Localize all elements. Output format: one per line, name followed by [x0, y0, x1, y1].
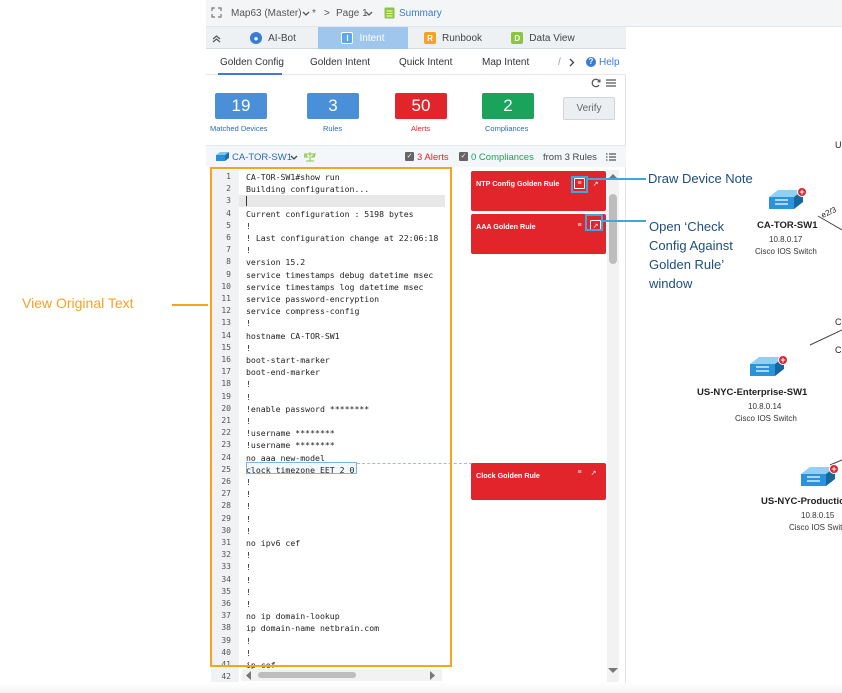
open-check-highlight: [585, 214, 603, 231]
tab-runbook[interactable]: R Runbook: [408, 27, 498, 49]
double-chevron-up-icon: [212, 34, 220, 42]
subtab-map-intent[interactable]: Map Intent: [482, 57, 529, 68]
rules-label: Rules: [323, 124, 343, 133]
vertical-scroll-thumb[interactable]: [609, 194, 617, 264]
modified-mark: *: [312, 8, 316, 19]
collapse-button[interactable]: [206, 27, 226, 49]
refresh-icon[interactable]: [591, 78, 601, 88]
rules-count[interactable]: 3: [307, 93, 359, 119]
device-type: Cisco IOS Switch: [735, 414, 797, 423]
alerts-count[interactable]: 50: [395, 93, 447, 119]
device-name[interactable]: US-NYC-Enterprise-SW1: [697, 387, 807, 398]
subtab-golden-intent[interactable]: Golden Intent: [310, 57, 370, 68]
matched-devices-label: Matched Devices: [210, 124, 268, 133]
scroll-down-arrow-icon[interactable]: [608, 668, 618, 674]
compliances-filter-label: 0 Compliances: [471, 152, 534, 163]
device-name[interactable]: US-NYC-Productio: [761, 496, 842, 507]
help-icon[interactable]: ?: [586, 57, 596, 67]
tab-data-view[interactable]: D Data View: [498, 27, 588, 49]
rule-title: AAA Golden Rule: [476, 222, 536, 231]
alert-badge-icon[interactable]: +: [778, 355, 788, 365]
note-icon[interactable]: ≡: [574, 220, 585, 231]
tab-intent[interactable]: I Intent: [318, 27, 408, 49]
breadcrumb-bar: Map63 (Master) * > Page 1 Summary: [206, 0, 842, 27]
alert-badge-icon[interactable]: +: [797, 187, 807, 197]
device-ip: 10.8.0.17: [769, 235, 803, 244]
rule-title: NTP Config Golden Rule: [476, 179, 560, 188]
list-icon[interactable]: [606, 153, 616, 161]
line-number: 42: [221, 672, 231, 682]
open-check-annotation-line-1: Open ‘Check: [649, 219, 725, 234]
compliances-count[interactable]: 2: [482, 93, 534, 119]
view-original-text-highlight: [210, 167, 452, 667]
annotation-connector: [172, 304, 208, 306]
summary-icon: [384, 7, 395, 19]
tab-label: Data View: [529, 32, 575, 44]
draw-note-highlight: [571, 176, 588, 193]
runbook-icon: R: [423, 32, 436, 44]
map-name[interactable]: Map63 (Master): [231, 8, 302, 19]
device-ip: 10.8.0.14: [748, 402, 782, 411]
expand-icon[interactable]: [211, 7, 222, 18]
compliances-label: Compliances: [485, 124, 529, 133]
summary-link[interactable]: Summary: [399, 8, 442, 19]
horizontal-scroll-thumb[interactable]: [258, 672, 356, 678]
device-ip: 10.8.0.15: [801, 511, 835, 520]
menu-icon[interactable]: [606, 79, 616, 87]
edge-label-u: U: [835, 140, 842, 150]
device-name[interactable]: CA-TOR-SW1: [757, 220, 818, 231]
tab-label: Intent: [359, 32, 385, 44]
breadcrumb-separator: >: [324, 8, 330, 19]
scroll-left-arrow-icon[interactable]: [245, 671, 251, 680]
switch-icon: [216, 152, 229, 161]
chevron-down-icon[interactable]: [290, 155, 298, 161]
subtab-overflow: /: [558, 57, 561, 68]
page-bottom-edge: [0, 683, 842, 693]
ai-bot-icon: ●: [250, 32, 263, 44]
clock-golden-rule-card[interactable]: Clock Golden Rule ≡ ↗: [471, 463, 606, 500]
annotation-connector: [588, 178, 646, 180]
chevron-right-icon[interactable]: [569, 58, 575, 67]
device-bar: CA-TOR-SW1 ✓ 3 Alerts ✓ 0 Compliances fr…: [206, 145, 626, 167]
edge-label-c1: C: [835, 317, 842, 327]
edge-label-c2: C: [835, 345, 842, 355]
subtab-golden-config[interactable]: Golden Config: [220, 57, 284, 68]
intent-icon: I: [341, 32, 354, 44]
note-icon[interactable]: ≡: [574, 467, 585, 478]
device-selector[interactable]: CA-TOR-SW1: [232, 152, 292, 163]
data-view-icon: D: [511, 32, 524, 44]
page-selector[interactable]: Page 1: [336, 8, 368, 19]
tab-label: AI-Bot: [268, 32, 296, 44]
open-check-annotation-line-4: window: [649, 276, 693, 291]
device-type: Cisco IOS Swit: [789, 523, 842, 532]
rule-title: Clock Golden Rule: [476, 471, 540, 480]
rules-source-label: from 3 Rules: [543, 152, 597, 163]
alerts-label: Alerts: [411, 124, 431, 133]
open-check-annotation-line-2: Config Against: [649, 238, 733, 253]
device-type: Cisco IOS Switch: [755, 247, 817, 256]
chevron-down-icon[interactable]: [365, 11, 373, 17]
annotation-connector: [603, 220, 646, 222]
view-original-text-annotation: View Original Text: [22, 295, 134, 311]
compliances-checkbox[interactable]: ✓: [459, 152, 468, 161]
alert-badge-icon[interactable]: +: [829, 464, 839, 474]
active-subtab-indicator: [218, 73, 282, 75]
help-link[interactable]: Help: [599, 57, 620, 68]
open-window-icon[interactable]: ↗: [588, 467, 599, 478]
chevron-down-icon[interactable]: [302, 11, 310, 17]
subtab-quick-intent[interactable]: Quick Intent: [399, 57, 452, 68]
subtab-bar: Golden Config Golden Intent Quick Intent…: [206, 49, 626, 75]
tab-bar: ● AI-Bot I Intent R Runbook D Data View: [206, 27, 626, 49]
compare-icon[interactable]: [304, 151, 316, 162]
verify-button[interactable]: Verify: [563, 97, 615, 120]
draw-device-note-annotation: Draw Device Note: [648, 171, 753, 186]
tab-label: Runbook: [441, 32, 483, 44]
alerts-checkbox[interactable]: ✓: [405, 152, 414, 161]
matched-devices-count[interactable]: 19: [215, 93, 267, 119]
alerts-filter-label: 3 Alerts: [417, 152, 449, 163]
scroll-right-arrow-icon[interactable]: [430, 671, 436, 680]
open-check-annotation-line-3: Golden Rule’: [649, 257, 725, 272]
tab-ai-bot[interactable]: ● AI-Bot: [228, 27, 318, 49]
